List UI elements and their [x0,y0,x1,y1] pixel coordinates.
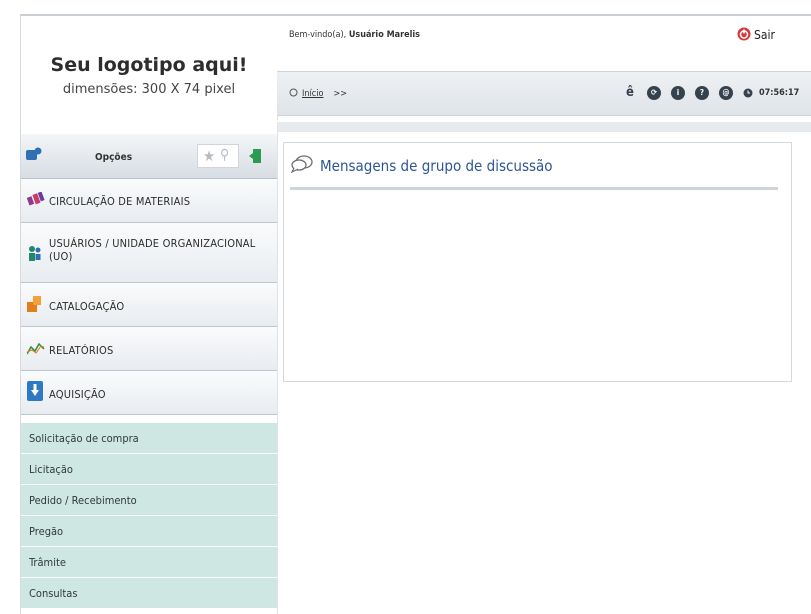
circulation-icon [26,191,45,209]
menu-label-catalogacao: CATALOGAÇÃO [49,300,125,313]
nav-bar: Início >> ê ⟳ i ? @ 07:56:17 [277,71,811,116]
submenu-item-tramite[interactable]: Trâmite [21,547,277,578]
breadcrumb-home-link[interactable]: Início [302,89,323,99]
search-icon[interactable]: ⚲ [220,147,229,163]
logout-button[interactable]: Sair [737,26,775,44]
submenu-label: Pedido / Recebimento [29,494,137,507]
submenu-item-solicitacao[interactable]: Solicitação de compra [21,423,277,454]
logo-title: Seu logotipo aqui! [50,54,248,76]
logo-subtitle: dimensões: 300 X 74 pixel [62,82,236,97]
browser-icon[interactable]: ê [623,85,637,100]
menu-label-usuarios: USUÁRIOS / UNIDADE ORGANIZACIONAL (UO) [49,237,256,263]
options-label: Opções [95,152,133,163]
submenu-label: Consultas [29,587,78,600]
panel-title-text: Mensagens de grupo de discussão [320,157,553,175]
panel-divider [290,187,778,190]
menu-item-usuarios[interactable]: USUÁRIOS / UNIDADE ORGANIZACIONAL (UO) [21,223,277,283]
settings-icon[interactable]: @ [719,85,733,100]
catalog-icon [27,296,43,315]
menu-label-relatorios: RELATÓRIOS [49,344,114,357]
submenu-label: Licitação [29,463,73,476]
menu-item-aquisicao[interactable]: AQUISIÇÃO [21,371,277,415]
submenu-label: Pregão [29,525,64,538]
reports-icon [26,341,45,358]
toolbar-icons: ê ⟳ i ? @ 07:56:17 [623,83,799,102]
menu-item-catalogacao[interactable]: CATALOGAÇÃO [21,283,277,327]
top-bar: Bem-vindo(a), Usuário Marelis Sair [277,16,811,71]
panel-title: Mensagens de grupo de discussão [290,155,553,177]
options-bar: Opções ★ ⚲ [21,134,277,179]
logo-area: Seu logotipo aqui! dimensões: 300 X 74 p… [21,16,278,120]
power-icon [737,27,751,44]
logout-label: Sair [754,28,775,42]
menu-label-aquisicao: AQUISIÇÃO [49,388,106,401]
submenu-item-pedido[interactable]: Pedido / Recebimento [21,485,277,516]
home-circle-icon [289,88,298,100]
discussion-panel: Mensagens de grupo de discussão [283,142,792,382]
options-icon [26,146,42,165]
clock-time: 07:56:17 [759,87,800,98]
refresh-icon[interactable]: ⟳ [647,85,661,100]
options-tools: ★ ⚲ [197,144,239,168]
submenu-item-licitacao[interactable]: Licitação [21,454,277,485]
chat-bubble-icon [290,155,314,177]
users-icon [27,245,43,264]
submenu-item-pregao[interactable]: Pregão [21,516,277,547]
exit-door-icon[interactable] [249,148,261,167]
submenu-item-consultas[interactable]: Consultas [21,578,277,609]
welcome-prefix: Bem-vindo(a), [289,30,347,40]
help-icon[interactable]: ? [695,85,709,100]
main-content: Mensagens de grupo de discussão [277,122,811,614]
acquisition-icon [27,381,43,404]
breadcrumb: Início >> [289,88,347,100]
breadcrumb-separator: >> [333,89,348,99]
menu-label-circulacao: CIRCULAÇÃO DE MATERIAIS [49,195,191,208]
content-top-strip [278,122,811,132]
user-name: Usuário Marelis [348,30,420,40]
menu-item-relatorios[interactable]: RELATÓRIOS [21,327,277,371]
sidebar: Opções ★ ⚲ CIRCULAÇÃO DE MATERIAIS USUÁR… [21,134,277,614]
info-icon[interactable]: i [671,85,685,100]
welcome-text: Bem-vindo(a), Usuário Marelis [289,30,420,40]
clock-icon [743,83,753,102]
submenu-label: Solicitação de compra [29,432,139,445]
favorite-star-icon[interactable]: ★ [203,147,215,165]
app-frame: Seu logotipo aqui! dimensões: 300 X 74 p… [20,14,811,614]
submenu-label: Trâmite [29,556,66,569]
menu-item-circulacao[interactable]: CIRCULAÇÃO DE MATERIAIS [21,179,277,223]
